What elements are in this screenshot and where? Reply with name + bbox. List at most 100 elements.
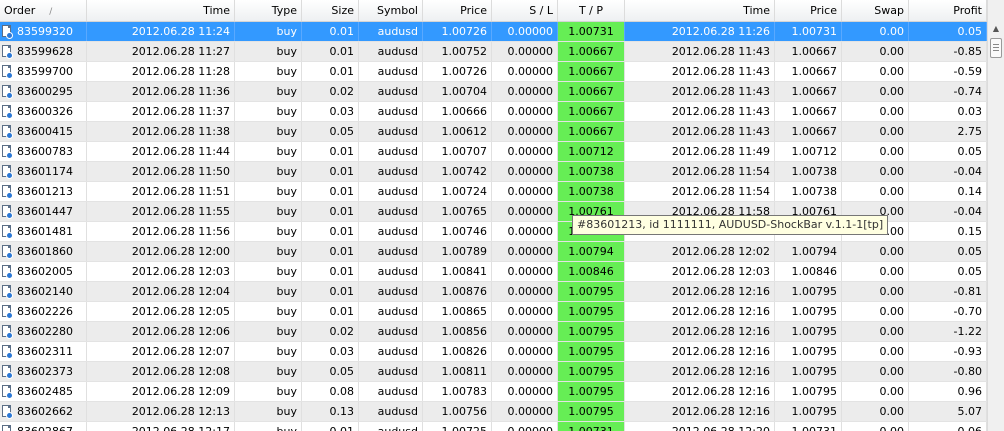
cell-type: buy	[235, 322, 302, 341]
table-row[interactable]: 83602140 2012.06.28 12:04 buy 0.01 audusd 1.0…	[0, 282, 987, 302]
column-header-profit[interactable]: Profit	[909, 0, 987, 21]
cell-open-time: 2012.06.28 12:09	[87, 382, 235, 401]
cell-type: buy	[235, 282, 302, 301]
cell-open-price: 1.00789	[423, 242, 492, 261]
cell-size: 0.01	[302, 282, 359, 301]
column-header-stop-loss[interactable]: S / L	[492, 0, 558, 21]
cell-take-profit: 1.00795	[558, 402, 625, 421]
cell-size: 0.08	[302, 382, 359, 401]
cell-close-time: 2012.06.28 12:16	[625, 382, 775, 401]
order-number: 83602373	[17, 365, 73, 378]
cell-type: buy	[235, 142, 302, 161]
cell-stop-loss: 0.00000	[492, 82, 558, 101]
cell-order: 83601213	[0, 182, 87, 201]
cell-take-profit: 1.00846	[558, 262, 625, 281]
cell-close-price: 1.00738	[775, 162, 842, 181]
cell-open-price: 1.00752	[423, 42, 492, 61]
cell-close-price: 1.00795	[775, 382, 842, 401]
column-header-label: S / L	[529, 4, 553, 17]
cell-profit: -0.93	[909, 342, 987, 361]
cell-order: 83602226	[0, 302, 87, 321]
cell-size: 0.03	[302, 102, 359, 121]
cell-profit: -0.74	[909, 82, 987, 101]
scroll-up-icon[interactable]: ▲	[989, 22, 1003, 36]
cell-profit: -0.85	[909, 42, 987, 61]
table-row[interactable]: 83602485 2012.06.28 12:09 buy 0.08 audusd 1.0…	[0, 382, 987, 402]
column-header-close-price[interactable]: Price	[775, 0, 842, 21]
cell-type: buy	[235, 342, 302, 361]
cell-close-price: 1.00795	[775, 322, 842, 341]
order-document-icon	[2, 284, 13, 299]
table-row[interactable]: 83602280 2012.06.28 12:06 buy 0.02 audusd 1.0…	[0, 322, 987, 342]
column-header-label: Swap	[874, 4, 904, 17]
column-header-label: Price	[810, 4, 837, 17]
cell-size: 0.01	[302, 182, 359, 201]
column-header-swap[interactable]: Swap	[842, 0, 909, 21]
table-row[interactable]: 83602005 2012.06.28 12:03 buy 0.01 audusd 1.0…	[0, 262, 987, 282]
cell-stop-loss: 0.00000	[492, 242, 558, 261]
scrollbar-thumb[interactable]	[990, 38, 1002, 58]
cell-stop-loss: 0.00000	[492, 302, 558, 321]
order-tooltip: #83601213, id 1111111, AUDUSD-ShockBar v…	[572, 215, 889, 235]
table-row[interactable]: 83599628 2012.06.28 11:27 buy 0.01 audusd 1.0…	[0, 42, 987, 62]
cell-take-profit: 1.00667	[558, 82, 625, 101]
column-header-size[interactable]: Size	[302, 0, 359, 21]
table-row[interactable]: 83600783 2012.06.28 11:44 buy 0.01 audusd 1.0…	[0, 142, 987, 162]
cell-close-price: 1.00795	[775, 302, 842, 321]
table-row[interactable]: 83600415 2012.06.28 11:38 buy 0.05 audusd 1.0…	[0, 122, 987, 142]
cell-stop-loss: 0.00000	[492, 382, 558, 401]
table-row[interactable]: 83602373 2012.06.28 12:08 buy 0.05 audusd 1.0…	[0, 362, 987, 382]
cell-open-time: 2012.06.28 11:56	[87, 222, 235, 241]
column-header-type[interactable]: Type	[235, 0, 302, 21]
order-document-icon	[2, 144, 13, 159]
cell-stop-loss: 0.00000	[492, 182, 558, 201]
column-header-close-time[interactable]: Time	[625, 0, 775, 21]
column-header-take-profit[interactable]: T / P	[558, 0, 625, 21]
cell-open-price: 1.00742	[423, 162, 492, 181]
cell-take-profit: 1.00795	[558, 282, 625, 301]
cell-close-time: 2012.06.28 11:43	[625, 102, 775, 121]
cell-stop-loss: 0.00000	[492, 222, 558, 241]
cell-stop-loss: 0.00000	[492, 42, 558, 61]
vertical-scrollbar[interactable]: ▲	[987, 0, 1004, 431]
cell-take-profit: 1.00712	[558, 142, 625, 161]
cell-open-price: 1.00841	[423, 262, 492, 281]
table-row[interactable]: 83600295 2012.06.28 11:36 buy 0.02 audusd 1.0…	[0, 82, 987, 102]
cell-stop-loss: 0.00000	[492, 202, 558, 221]
table-row[interactable]: 83599700 2012.06.28 11:28 buy 0.01 audusd 1.0…	[0, 62, 987, 82]
table-row[interactable]: 83599320 2012.06.28 11:24 buy 0.01 audusd 1.0…	[0, 22, 987, 42]
cell-size: 0.01	[302, 262, 359, 281]
column-header-order[interactable]: Order /	[0, 0, 87, 21]
table-row[interactable]: 83601174 2012.06.28 11:50 buy 0.01 audusd 1.0…	[0, 162, 987, 182]
column-header-open-price[interactable]: Price	[423, 0, 492, 21]
table-row[interactable]: 836028672012.06.28 12:17buy0.01audusd1.0…	[0, 422, 987, 431]
column-header-symbol[interactable]: Symbol	[359, 0, 423, 21]
cell-swap: 0.00	[842, 42, 909, 61]
order-document-icon	[2, 84, 13, 99]
table-row[interactable]: 83600326 2012.06.28 11:37 buy 0.03 audusd 1.0…	[0, 102, 987, 122]
cell-close-time: 2012.06.28 12:16	[625, 362, 775, 381]
table-row[interactable]: 83602311 2012.06.28 12:07 buy 0.03 audusd 1.0…	[0, 342, 987, 362]
cell-swap: 0.00	[842, 322, 909, 341]
order-document-icon	[2, 344, 13, 359]
order-number: 83602662	[17, 405, 73, 418]
cell-close-price: 1.00667	[775, 82, 842, 101]
cell-type: buy	[235, 402, 302, 421]
cell-close-price: 1.00795	[775, 282, 842, 301]
cell-close-price: 1.00846	[775, 262, 842, 281]
column-header-open-time[interactable]: Time	[87, 0, 235, 21]
cell-swap: 0.00	[842, 62, 909, 81]
cell-open-time: 2012.06.28 11:50	[87, 162, 235, 181]
table-row[interactable]: 83602662 2012.06.28 12:13 buy 0.13 audusd 1.0…	[0, 402, 987, 422]
column-header-label: Price	[460, 4, 487, 17]
table-row[interactable]: 83602226 2012.06.28 12:05 buy 0.01 audusd 1.0…	[0, 302, 987, 322]
cell-close-price: 1.00712	[775, 142, 842, 161]
cell-stop-loss: 0.00000	[492, 102, 558, 121]
table-row[interactable]: 83601860 2012.06.28 12:00 buy 0.01 audusd 1.0…	[0, 242, 987, 262]
table-row[interactable]: 83601213 2012.06.28 11:51 buy 0.01 audusd 1.0…	[0, 182, 987, 202]
cell-close-price: 1.00795	[775, 362, 842, 381]
cell-swap: 0.00	[842, 382, 909, 401]
cell-symbol: audusd	[359, 282, 423, 301]
cell-open-price: 1.00783	[423, 382, 492, 401]
cell-profit: -0.59	[909, 62, 987, 81]
